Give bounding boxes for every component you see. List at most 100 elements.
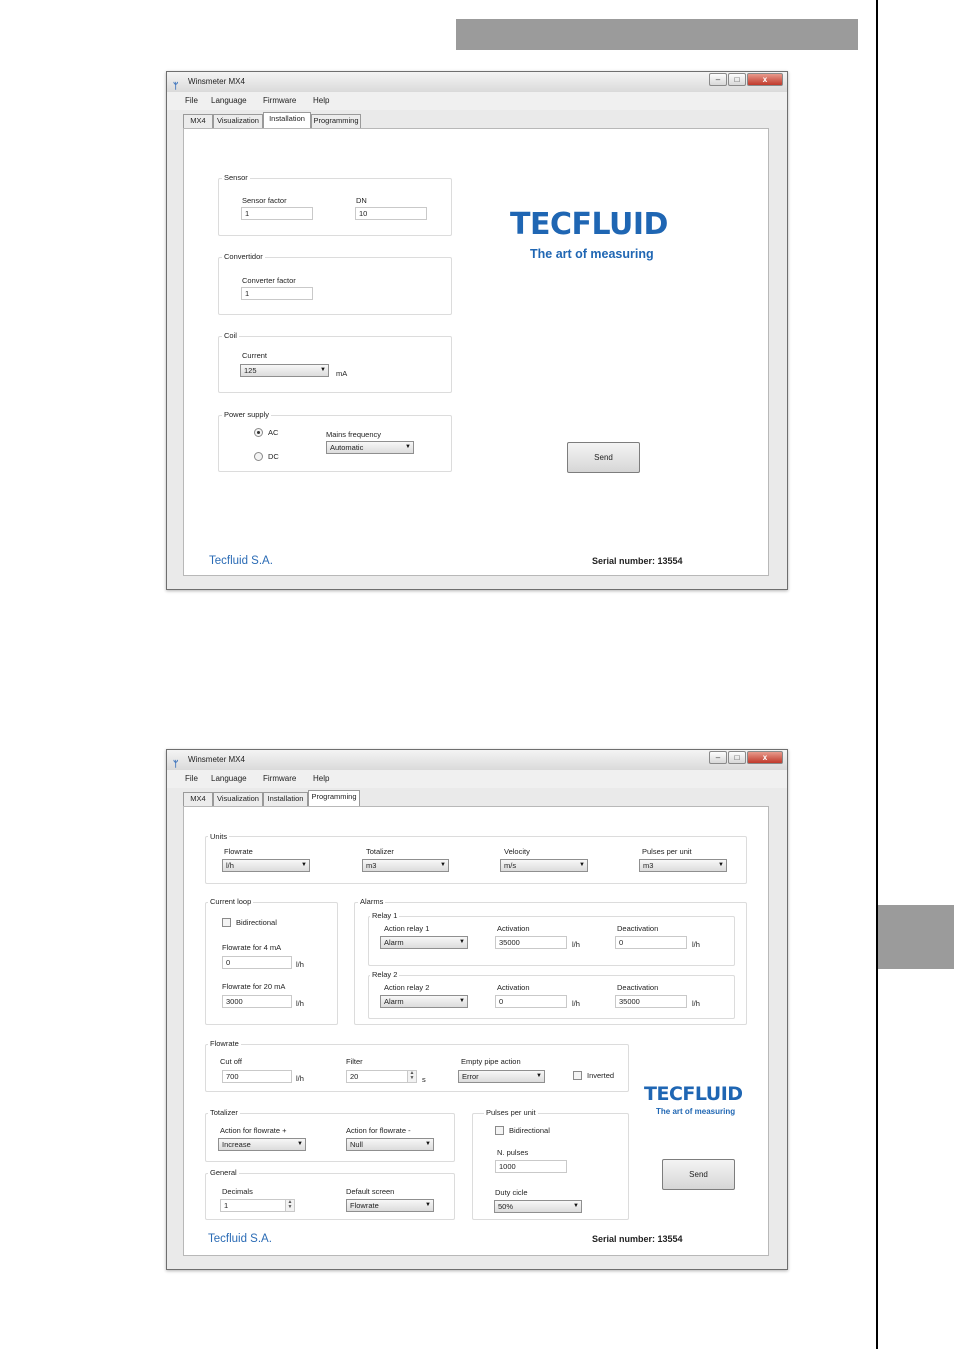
inverted-checkbox[interactable] bbox=[573, 1071, 582, 1080]
logo-tagline: The art of measuring bbox=[530, 247, 654, 261]
flowrate-plus-label: Action for flowrate + bbox=[220, 1126, 287, 1135]
close-button[interactable]: x bbox=[747, 751, 783, 764]
filter-field[interactable]: 20 ▲ ▼ bbox=[346, 1070, 417, 1083]
flowrate-4ma-label: Flowrate for 4 mA bbox=[222, 943, 282, 952]
current-loop-bidirectional-checkbox[interactable] bbox=[222, 918, 231, 927]
flowrate-group-title: Flowrate bbox=[208, 1039, 241, 1048]
installation-panel: Sensor Sensor factor 1 DN 10 Convertidor… bbox=[183, 128, 769, 576]
default-screen-select[interactable]: Flowrate ▼ bbox=[346, 1199, 434, 1212]
relay1-activation-field[interactable]: 35000 bbox=[495, 936, 567, 949]
ac-radio[interactable] bbox=[254, 428, 263, 437]
flowrate-minus-value: Null bbox=[350, 1140, 363, 1149]
empty-pipe-select[interactable]: Error ▼ bbox=[458, 1070, 545, 1083]
relay2-deactivation-field[interactable]: 35000 bbox=[615, 995, 687, 1008]
tab-mx4[interactable]: MX4 bbox=[183, 114, 213, 128]
tab-installation[interactable]: Installation bbox=[263, 792, 308, 806]
flowrate-minus-select[interactable]: Null ▼ bbox=[346, 1138, 434, 1151]
decimals-value: 1 bbox=[224, 1201, 229, 1210]
cutoff-label: Cut off bbox=[220, 1057, 242, 1066]
chevron-down-icon: ▼ bbox=[718, 862, 724, 868]
units-group-title: Units bbox=[208, 832, 230, 841]
menu-help[interactable]: Help bbox=[313, 92, 329, 110]
chevron-down-icon: ▼ bbox=[297, 1141, 303, 1147]
relay2-deactivation-unit: l/h bbox=[692, 999, 700, 1008]
tab-visualization[interactable]: Visualization bbox=[213, 792, 263, 806]
decimals-field[interactable]: 1 ▲ ▼ bbox=[220, 1199, 295, 1212]
tab-programming[interactable]: Programming bbox=[308, 790, 360, 806]
general-group-title: General bbox=[208, 1168, 239, 1177]
dn-field[interactable]: 10 bbox=[355, 207, 427, 220]
duty-cycle-label: Duty cicle bbox=[495, 1188, 528, 1197]
pulses-group-title: Pulses per unit bbox=[484, 1108, 538, 1117]
tab-visualization[interactable]: Visualization bbox=[213, 114, 263, 128]
relay1-deactivation-field[interactable]: 0 bbox=[615, 936, 687, 949]
relay2-action-select[interactable]: Alarm ▼ bbox=[380, 995, 468, 1008]
tab-programming[interactable]: Programming bbox=[311, 114, 361, 128]
current-loop-bidirectional-label: Bidirectional bbox=[236, 918, 277, 927]
relay1-action-value: Alarm bbox=[384, 938, 404, 947]
spinner-arrows-icon[interactable]: ▲ ▼ bbox=[285, 1200, 294, 1211]
menu-firmware[interactable]: Firmware bbox=[263, 770, 296, 788]
pulses-bidirectional-checkbox[interactable] bbox=[495, 1126, 504, 1135]
current-label: Current bbox=[242, 351, 268, 360]
dn-label: DN bbox=[356, 196, 367, 205]
chevron-down-icon: ▼ bbox=[425, 1202, 431, 1208]
relay1-action-label: Action relay 1 bbox=[384, 924, 430, 933]
tab-strip: MX4 Visualization Installation Programmi… bbox=[183, 112, 783, 128]
units-pulses-select[interactable]: m3 ▼ bbox=[639, 859, 727, 872]
logo-tagline: The art of measuring bbox=[656, 1107, 736, 1116]
relay1-activation-label: Activation bbox=[497, 924, 530, 933]
units-totalizer-value: m3 bbox=[366, 861, 377, 870]
mains-frequency-select[interactable]: Automatic ▼ bbox=[326, 441, 414, 454]
maximize-button[interactable]: □ bbox=[728, 73, 746, 86]
flowrate-4ma-field[interactable]: 0 bbox=[222, 956, 292, 969]
sensor-factor-field[interactable]: 1 bbox=[241, 207, 313, 220]
duty-cycle-select[interactable]: 50% ▼ bbox=[494, 1200, 582, 1213]
units-flowrate-value: l/h bbox=[226, 861, 234, 870]
units-flowrate-label: Flowrate bbox=[224, 847, 253, 856]
menu-language[interactable]: Language bbox=[211, 770, 247, 788]
programming-panel: Units Flowrate l/h ▼ Totalizer m3 ▼ Veloci… bbox=[183, 806, 769, 1256]
relay2-activation-field[interactable]: 0 bbox=[495, 995, 567, 1008]
flowrate-20ma-field[interactable]: 3000 bbox=[222, 995, 292, 1008]
minimize-button[interactable]: – bbox=[709, 751, 727, 764]
relay2-activation-unit: l/h bbox=[572, 999, 580, 1008]
menu-help[interactable]: Help bbox=[313, 770, 329, 788]
current-unit-label: mA bbox=[336, 369, 348, 378]
npulses-field[interactable]: 1000 bbox=[495, 1160, 567, 1173]
send-button[interactable]: Send bbox=[662, 1159, 735, 1190]
ac-label: AC bbox=[268, 428, 279, 437]
converter-factor-field[interactable]: 1 bbox=[241, 287, 313, 300]
units-velocity-value: m/s bbox=[504, 861, 517, 870]
tab-mx4[interactable]: MX4 bbox=[183, 792, 213, 806]
menu-firmware[interactable]: Firmware bbox=[263, 92, 296, 110]
flowrate-plus-select[interactable]: Increase ▼ bbox=[218, 1138, 306, 1151]
tab-installation[interactable]: Installation bbox=[263, 112, 311, 128]
send-button[interactable]: Send bbox=[567, 442, 640, 473]
relay1-activation-unit: l/h bbox=[572, 940, 580, 949]
serial-number: Serial number: 13554 bbox=[592, 1234, 683, 1244]
spinner-arrows-icon[interactable]: ▲ ▼ bbox=[407, 1071, 416, 1082]
current-select[interactable]: 125 ▼ bbox=[240, 364, 329, 377]
cutoff-field[interactable]: 700 bbox=[222, 1070, 292, 1083]
close-button[interactable]: x bbox=[747, 73, 783, 86]
relay1-action-select[interactable]: Alarm ▼ bbox=[380, 936, 468, 949]
maximize-button[interactable]: □ bbox=[728, 751, 746, 764]
chevron-down-icon: ▼ bbox=[459, 939, 465, 945]
relay2-action-label: Action relay 2 bbox=[384, 983, 430, 992]
units-velocity-select[interactable]: m/s ▼ bbox=[500, 859, 588, 872]
units-totalizer-select[interactable]: m3 ▼ bbox=[362, 859, 449, 872]
units-flowrate-select[interactable]: l/h ▼ bbox=[222, 859, 310, 872]
chevron-down-icon: ▼ bbox=[579, 862, 585, 868]
company-name: Tecfluid S.A. bbox=[208, 1233, 272, 1245]
filter-label: Filter bbox=[346, 1057, 363, 1066]
menu-file[interactable]: File bbox=[185, 770, 198, 788]
title-bar: ᛘ Winsmeter MX4 – □ x bbox=[167, 72, 787, 92]
chevron-down-icon: ▼ bbox=[440, 862, 446, 868]
menu-file[interactable]: File bbox=[185, 92, 198, 110]
sensor-factor-label: Sensor factor bbox=[242, 196, 287, 205]
dc-radio[interactable] bbox=[254, 452, 263, 461]
menu-language[interactable]: Language bbox=[211, 92, 247, 110]
chevron-down-icon: ▼ bbox=[320, 367, 326, 373]
minimize-button[interactable]: – bbox=[709, 73, 727, 86]
